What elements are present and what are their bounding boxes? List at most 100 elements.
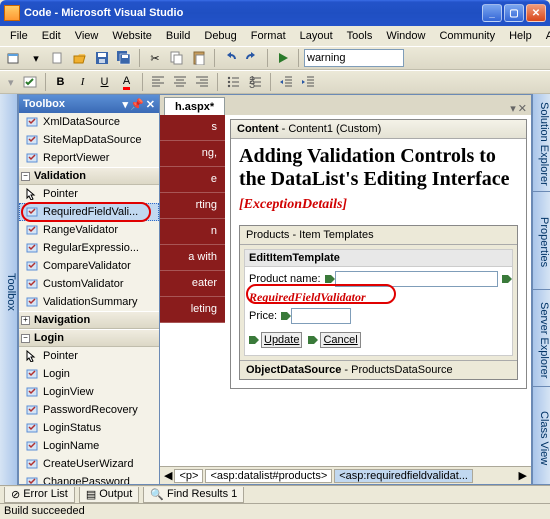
smart-tag-icon[interactable] [281,312,287,320]
menu-debug[interactable]: Debug [198,28,242,44]
toolbox-item[interactable]: Login [19,365,159,383]
tab-solution-explorer[interactable]: Solution Explorer [532,94,550,192]
toolbox-item[interactable]: ValidationSummary [19,293,159,311]
toolbox-item[interactable]: LoginName [19,437,159,455]
close-button[interactable]: ✕ [526,4,546,22]
toolbox-category[interactable]: +Navigation [19,311,159,329]
smart-tag-icon[interactable] [502,275,508,283]
menu-build[interactable]: Build [160,28,196,44]
menu-view[interactable]: View [69,28,105,44]
tab-error-list[interactable]: ⊘Error List [4,487,75,503]
redo-button[interactable] [242,48,262,68]
new-dropdown-button[interactable]: ▾ [26,48,46,68]
toolbox-rail[interactable]: Toolbox [0,94,18,485]
cancel-button[interactable]: Cancel [320,332,360,348]
copy-button[interactable] [167,48,187,68]
breadcrumb-p[interactable]: <p> [174,469,203,483]
smart-tag-icon[interactable] [325,275,331,283]
toolbox-item[interactable]: RequiredFieldVali... [19,203,159,221]
open-button[interactable] [70,48,90,68]
toolbox-item[interactable]: LoginView [19,383,159,401]
menu-file[interactable]: File [4,28,34,44]
toolbox-item[interactable]: RangeValidator [19,221,159,239]
smart-tag-icon[interactable] [308,336,314,344]
start-button[interactable] [273,48,293,68]
template-title: Products - Item Templates [240,226,517,245]
toolbox-item[interactable]: Pointer [19,347,159,365]
menu-website[interactable]: Website [106,28,158,44]
outdent-button[interactable] [276,72,296,92]
menu-layout[interactable]: Layout [294,28,339,44]
add-item-button[interactable] [48,48,68,68]
align-center-button[interactable] [170,72,190,92]
tab-properties[interactable]: Properties [532,192,550,290]
menu-help[interactable]: Help [503,28,538,44]
product-name-input[interactable] [335,271,498,287]
undo-button[interactable] [220,48,240,68]
smart-tag-icon[interactable] [249,336,255,344]
toolbox-item[interactable]: CompareValidator [19,257,159,275]
update-button[interactable]: Update [261,332,302,348]
save-all-button[interactable] [114,48,134,68]
toolbox-item[interactable]: Pointer [19,185,159,203]
toolbox-item[interactable]: SiteMapDataSource [19,131,159,149]
design-surface[interactable]: sng,ertingna witheaterleting Content - C… [160,115,531,466]
maximize-button[interactable]: ▢ [504,4,524,22]
breadcrumb-datalist[interactable]: <asp:datalist#products> [205,469,332,483]
menu-community[interactable]: Community [433,28,501,44]
forecolor-button[interactable]: A [117,72,137,92]
italic-button[interactable]: I [73,72,93,92]
menu-format[interactable]: Format [245,28,292,44]
toolbox-category[interactable]: −Validation [19,167,159,185]
toolbox-item[interactable]: RegularExpressio... [19,239,159,257]
bullets-button[interactable] [223,72,243,92]
toolbox-category[interactable]: −Login [19,329,159,347]
new-project-button[interactable] [4,48,24,68]
collapse-icon[interactable]: − [21,172,30,181]
menu-edit[interactable]: Edit [36,28,67,44]
toolbox-item[interactable]: CustomValidator [19,275,159,293]
menu-window[interactable]: Window [380,28,431,44]
minimize-button[interactable]: _ [482,4,502,22]
underline-button[interactable]: U [95,72,115,92]
tab-close-icon[interactable]: ✕ [518,102,527,115]
required-field-validator[interactable]: RequiredFieldValidator [249,290,366,305]
collapse-icon[interactable]: − [21,334,30,343]
toolbox-item[interactable]: CreateUserWizard [19,455,159,473]
toolbox-item[interactable]: PasswordRecovery [19,401,159,419]
tab-dropdown-icon[interactable]: ▾ [510,102,516,115]
toolbox-item[interactable]: XmlDataSource [19,113,159,131]
tab-class-view[interactable]: Class View [532,387,550,485]
save-button[interactable] [92,48,112,68]
tab-server-explorer[interactable]: Server Explorer [532,290,550,388]
toolbox-item[interactable]: ReportViewer [19,149,159,167]
toolbox-list[interactable]: XmlDataSourceSiteMapDataSourceReportView… [19,113,159,484]
expand-icon[interactable]: + [21,316,30,325]
numbering-button[interactable]: 123 [245,72,265,92]
toolbox-item-icon [25,151,39,165]
align-left-button[interactable] [148,72,168,92]
document-tab-active[interactable]: h.aspx* [164,97,225,115]
paste-button[interactable] [189,48,209,68]
breadcrumb-prev-icon[interactable]: ◀ [164,469,172,482]
find-box[interactable] [304,49,404,67]
cut-button[interactable]: ✂ [145,48,165,68]
toolbox-item[interactable]: LoginStatus [19,419,159,437]
toolbox-close-icon[interactable]: ✕ [146,98,155,111]
menu-tools[interactable]: Tools [341,28,379,44]
menu-addins[interactable]: Addins [540,28,550,44]
breadcrumb-rfv[interactable]: <asp:requiredfieldvalidat... [334,469,473,483]
bold-button[interactable]: B [51,72,71,92]
template-body: EditItemTemplate Product name: RequiredF… [244,249,513,356]
tab-find-results[interactable]: 🔍Find Results 1 [143,487,244,503]
validate-button[interactable] [20,72,40,92]
target-schema-dropdown[interactable]: ▾ [4,72,18,92]
indent-button[interactable] [298,72,318,92]
pin-icon[interactable]: 📌 [130,98,144,111]
breadcrumb-next-icon[interactable]: ▶ [519,469,527,482]
tab-output[interactable]: ▤Output [79,487,139,503]
toolbox-item[interactable]: ChangePassword [19,473,159,484]
toolbox-dropdown-icon[interactable]: ▾ [123,98,129,111]
align-right-button[interactable] [192,72,212,92]
price-input[interactable] [291,308,351,324]
